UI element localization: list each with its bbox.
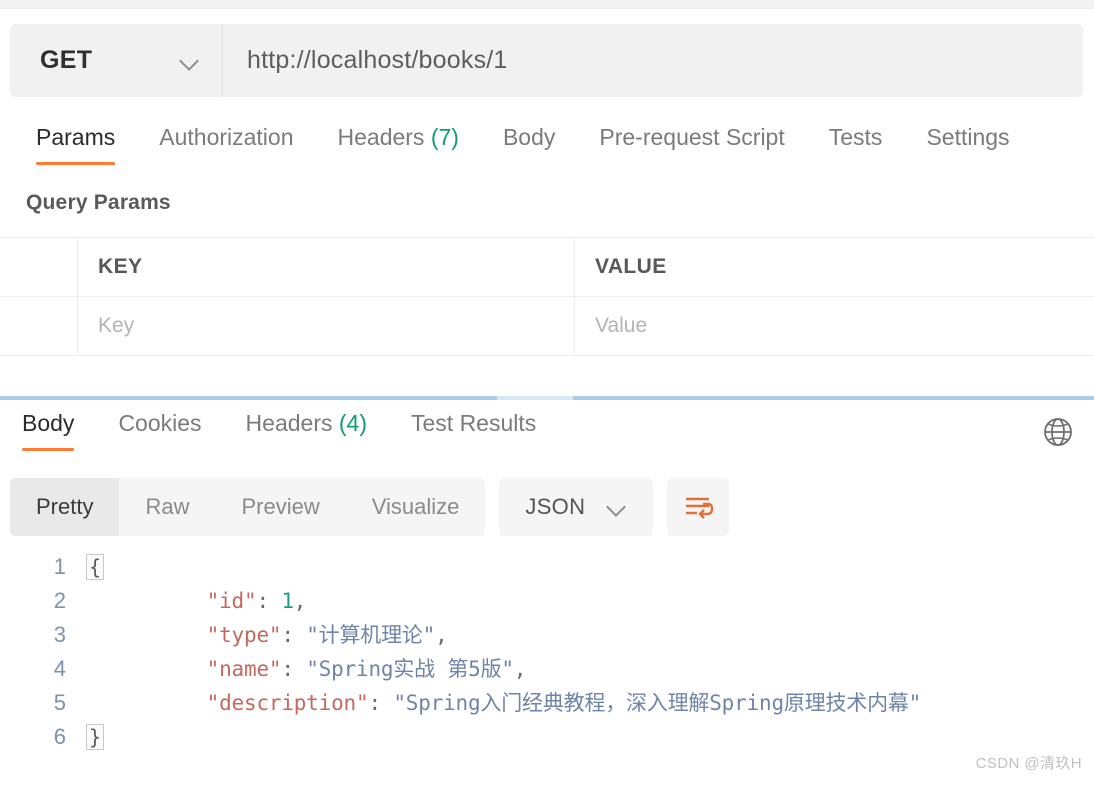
- word-wrap-icon[interactable]: [667, 478, 730, 536]
- tab-pre-request-script[interactable]: Pre-request Script: [577, 118, 806, 167]
- query-params-table: KEY VALUE Key Value: [0, 237, 1094, 356]
- view-visualize-button[interactable]: Visualize: [346, 478, 486, 536]
- chevron-down-icon: [607, 497, 627, 517]
- query-params-title: Query Params: [26, 191, 171, 214]
- code-line: 5 "description": "Spring入门经典教程，深入理解Sprin…: [0, 686, 1094, 720]
- tab-response-cookies[interactable]: Cookies: [96, 404, 223, 453]
- view-pretty-button[interactable]: Pretty: [10, 478, 120, 536]
- code-fold-marker[interactable]: }: [80, 724, 110, 750]
- tab-params-label: Params: [36, 124, 116, 150]
- request-url-input[interactable]: http://localhost/books/1: [223, 24, 1083, 97]
- tab-response-body[interactable]: Body: [0, 404, 96, 453]
- table-header-checkbox-cell: [0, 238, 78, 296]
- row-key-cell[interactable]: Key: [78, 297, 575, 355]
- line-number: 1: [53, 554, 66, 579]
- tab-headers[interactable]: Headers (7): [316, 118, 481, 167]
- json-key: "description": [206, 691, 369, 715]
- chevron-down-icon: [180, 51, 200, 71]
- tab-test-results-label: Test Results: [411, 410, 537, 436]
- response-tab-bar: Body Cookies Headers (4) Test Results: [0, 404, 1094, 460]
- row-checkbox-cell[interactable]: [0, 297, 78, 355]
- tab-headers-count: (7): [430, 124, 459, 150]
- table-header-value-cell: VALUE: [575, 238, 1094, 296]
- response-format-toolbar: Pretty Raw Preview Visualize JSON: [10, 478, 730, 536]
- column-header-key: KEY: [98, 255, 143, 278]
- param-value-input[interactable]: Value: [595, 314, 647, 338]
- tab-authorization[interactable]: Authorization: [137, 118, 315, 167]
- tab-settings-label: Settings: [926, 124, 1010, 150]
- tab-params[interactable]: Params: [14, 118, 137, 167]
- tab-tests[interactable]: Tests: [807, 118, 905, 167]
- tab-response-headers[interactable]: Headers (4): [224, 404, 389, 453]
- line-number: 2: [53, 588, 66, 613]
- column-header-value: VALUE: [595, 255, 667, 278]
- fold-brace-open[interactable]: {: [86, 554, 104, 580]
- table-row: Key Value: [0, 297, 1094, 355]
- request-tab-bar: Params Authorization Headers (7) Body Pr…: [0, 118, 1094, 176]
- tab-body[interactable]: Body: [481, 118, 577, 167]
- json-string: "Spring入门经典教程，深入理解Spring原理技术内幕": [393, 691, 922, 715]
- view-raw-label: Raw: [145, 494, 190, 519]
- line-number: 6: [53, 724, 66, 749]
- view-preview-label: Preview: [241, 494, 320, 519]
- tab-pre-request-script-label: Pre-request Script: [599, 124, 785, 150]
- tab-response-body-label: Body: [22, 410, 75, 436]
- line-number: 4: [53, 656, 66, 681]
- table-header-row: KEY VALUE: [0, 238, 1094, 297]
- response-view-segmented-control: Pretty Raw Preview Visualize: [10, 478, 486, 536]
- view-pretty-label: Pretty: [36, 494, 94, 519]
- tab-test-results[interactable]: Test Results: [389, 404, 558, 453]
- tab-body-label: Body: [502, 124, 556, 150]
- table-header-key-cell: KEY: [78, 238, 575, 296]
- view-visualize-label: Visualize: [371, 494, 460, 519]
- http-method-select[interactable]: GET: [10, 24, 223, 97]
- tab-headers-label: Headers: [337, 124, 425, 150]
- code-fold-marker[interactable]: {: [80, 554, 110, 580]
- watermark: CSDN @清玖H: [975, 755, 1082, 772]
- tab-response-cookies-label: Cookies: [118, 410, 202, 436]
- http-method-label: GET: [40, 46, 93, 74]
- tab-tests-label: Tests: [828, 124, 883, 150]
- response-language-select[interactable]: JSON: [499, 478, 654, 536]
- globe-icon[interactable]: [1040, 414, 1076, 450]
- line-number: 5: [53, 690, 66, 715]
- response-language-label: JSON: [525, 494, 586, 519]
- pane-resize-divider[interactable]: [0, 396, 1094, 400]
- tab-response-headers-label: Headers: [245, 410, 333, 436]
- window-top-strip: [0, 0, 1094, 9]
- tab-response-headers-count: (4): [338, 410, 367, 436]
- tab-settings[interactable]: Settings: [904, 118, 1031, 167]
- line-number: 3: [53, 622, 66, 647]
- pane-resize-grip[interactable]: [497, 396, 573, 400]
- response-body-code-viewer[interactable]: 1 { 2 "id": 1, 3 "type": "计算机理论", 4 "nam…: [0, 550, 1094, 750]
- param-key-input[interactable]: Key: [98, 314, 134, 338]
- fold-brace-close[interactable]: }: [86, 724, 104, 750]
- view-preview-button[interactable]: Preview: [215, 478, 345, 536]
- code-line-text: "description": "Spring入门经典教程，深入理解Spring原…: [110, 652, 922, 754]
- request-url-bar: GET http://localhost/books/1: [10, 24, 1083, 97]
- json-punct: :: [368, 691, 394, 715]
- tab-authorization-label: Authorization: [159, 124, 294, 150]
- row-value-cell[interactable]: Value: [575, 297, 1094, 355]
- view-raw-button[interactable]: Raw: [119, 478, 215, 536]
